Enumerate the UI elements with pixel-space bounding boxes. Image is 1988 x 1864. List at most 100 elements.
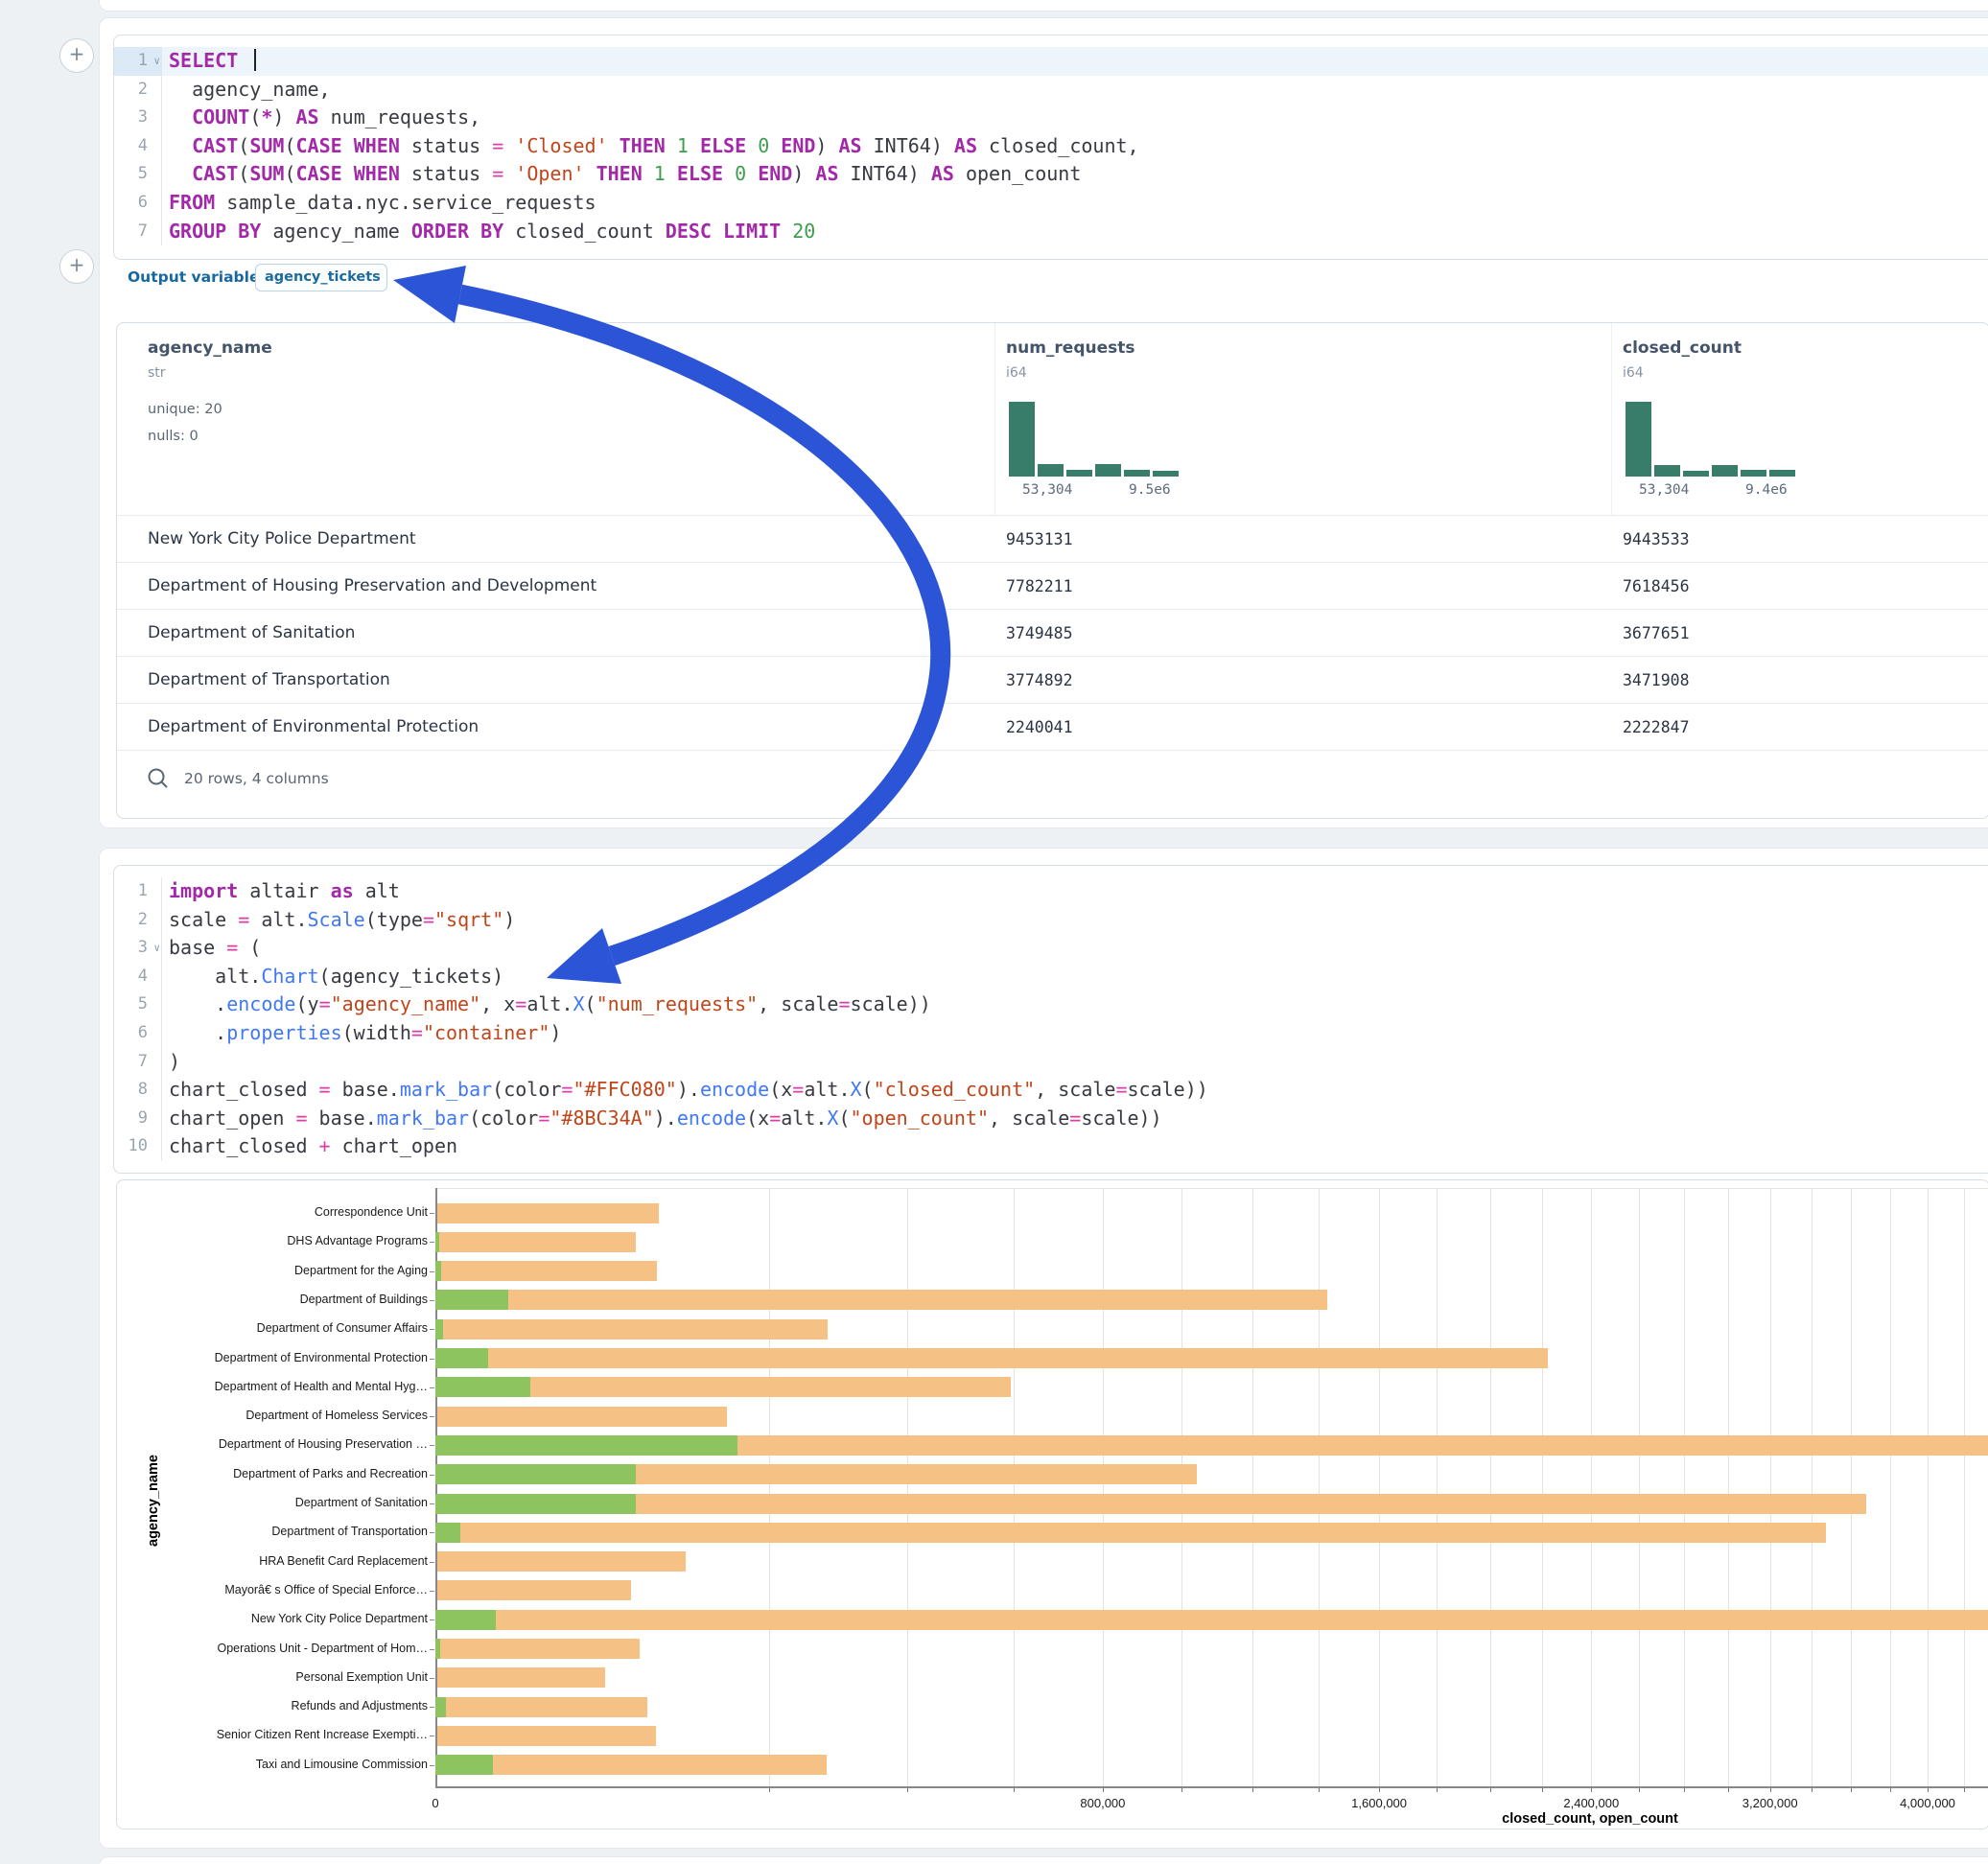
chart-category-label: Department of Parks and Recreation xyxy=(116,1467,428,1480)
code-line[interactable]: 1∨SELECT xyxy=(114,47,1988,76)
code-line[interactable]: 6 .properties(width="container") xyxy=(114,1019,1988,1048)
gridline xyxy=(1591,1188,1592,1786)
code-line[interactable]: 2 agency_name, xyxy=(114,76,1988,105)
code-text[interactable]: CAST(SUM(CASE WHEN status = 'Open' THEN … xyxy=(162,160,1081,189)
add-cell-button-mid[interactable]: + xyxy=(59,249,94,284)
code-line[interactable]: 1import altair as alt xyxy=(114,877,1988,906)
code-line[interactable]: 4 CAST(SUM(CASE WHEN status = 'Closed' T… xyxy=(114,132,1988,161)
cell-closed-count: 3471908 xyxy=(1623,657,1690,704)
bar-closed-count xyxy=(435,1232,636,1252)
code-text[interactable]: FROM sample_data.nyc.service_requests xyxy=(162,189,596,218)
line-number: 4 xyxy=(114,963,162,991)
code-text[interactable]: base = ( xyxy=(162,934,261,963)
cell-agency-name: Department of Environmental Protection xyxy=(148,704,479,751)
table-row: Department of Transportation377489234719… xyxy=(117,656,1988,704)
line-number: 5 xyxy=(114,160,162,189)
cell-num-requests: 9453131 xyxy=(1006,516,1073,563)
code-line[interactable]: 8chart_closed = base.mark_bar(color="#FF… xyxy=(114,1076,1988,1105)
line-number: 7 xyxy=(114,218,162,246)
bar-closed-count xyxy=(435,1551,686,1572)
notebook-canvas: + + 1∨SELECT 2 agency_name,3 COUNT(*) AS… xyxy=(0,0,1988,1864)
bar-closed-count xyxy=(435,1290,1327,1310)
code-line[interactable]: 3 COUNT(*) AS num_requests, xyxy=(114,104,1988,132)
code-text[interactable]: alt.Chart(agency_tickets) xyxy=(162,963,503,991)
bar-closed-count xyxy=(435,1494,1866,1514)
line-number: 9 xyxy=(114,1105,162,1133)
bar-open-count xyxy=(435,1435,737,1456)
code-text[interactable]: COUNT(*) AS num_requests, xyxy=(162,104,480,132)
column-stat-nulls: nulls: 0 xyxy=(148,429,199,444)
column-header-closed-count[interactable]: closed_count xyxy=(1623,338,1742,358)
chart-x-axis-title: closed_count, open_count xyxy=(1502,1811,1678,1827)
output-variable-pill[interactable]: agency_tickets xyxy=(255,264,387,291)
hist-max-closed-count: 9.4e6 xyxy=(1745,482,1788,498)
code-line[interactable]: 5 .encode(y="agency_name", x=alt.X("num_… xyxy=(114,990,1988,1019)
code-line[interactable]: 6FROM sample_data.nyc.service_requests xyxy=(114,189,1988,218)
code-text[interactable]: scale = alt.Scale(type="sqrt") xyxy=(162,906,515,935)
output-variable-label: Output variable: xyxy=(128,268,266,286)
cell-closed-count: 2222847 xyxy=(1623,704,1690,751)
code-text[interactable]: .properties(width="container") xyxy=(162,1019,561,1048)
code-line[interactable]: 5 CAST(SUM(CASE WHEN status = 'Open' THE… xyxy=(114,160,1988,189)
bar-open-count xyxy=(435,1377,530,1397)
gridline xyxy=(1684,1188,1685,1786)
bar-open-count xyxy=(435,1755,493,1775)
bar-open-count xyxy=(435,1290,508,1310)
code-text[interactable]: import altair as alt xyxy=(162,877,400,906)
code-line[interactable]: 2scale = alt.Scale(type="sqrt") xyxy=(114,906,1988,935)
code-line[interactable]: 10chart_closed + chart_open xyxy=(114,1132,1988,1161)
line-number: 6 xyxy=(114,189,162,218)
code-line[interactable]: 3∨base = ( xyxy=(114,934,1988,963)
bar-open-count xyxy=(435,1261,441,1281)
sql-code[interactable]: 1∨SELECT 2 agency_name,3 COUNT(*) AS num… xyxy=(114,35,1988,257)
add-cell-button-top[interactable]: + xyxy=(59,38,94,73)
code-text[interactable]: SELECT xyxy=(162,47,256,76)
gridline xyxy=(1812,1188,1813,1786)
code-line[interactable]: 9chart_open = base.mark_bar(color="#8BC3… xyxy=(114,1105,1988,1133)
cell-agency-name: Department of Sanitation xyxy=(148,610,355,657)
column-header-agency-name[interactable]: agency_name xyxy=(148,338,272,358)
gridline xyxy=(1319,1188,1320,1786)
gridline xyxy=(1964,1188,1965,1786)
table-row: Department of Housing Preservation and D… xyxy=(117,562,1988,610)
output-variable-value: agency_tickets xyxy=(265,269,381,285)
bar-closed-count xyxy=(435,1697,647,1717)
table-row: Department of Environmental Protection 22… xyxy=(117,703,1988,751)
bar-closed-count xyxy=(435,1319,828,1340)
header-divider xyxy=(994,323,995,515)
fold-caret-icon[interactable]: ∨ xyxy=(153,47,160,76)
code-text[interactable]: ) xyxy=(162,1048,180,1077)
bar-closed-count xyxy=(435,1580,631,1600)
line-number: 3 xyxy=(114,104,162,132)
code-text[interactable]: GROUP BY agency_name ORDER BY closed_cou… xyxy=(162,218,815,246)
chart-category-label: Department of Sanitation xyxy=(116,1496,428,1509)
column-header-num-requests[interactable]: num_requests xyxy=(1006,338,1135,358)
python-editor[interactable]: 1import altair as alt2scale = alt.Scale(… xyxy=(113,865,1988,1174)
line-number: 5 xyxy=(114,990,162,1019)
chart-category-label: Correspondence Unit xyxy=(116,1205,428,1219)
code-text[interactable]: chart_closed + chart_open xyxy=(162,1132,457,1161)
code-line[interactable]: 7GROUP BY agency_name ORDER BY closed_co… xyxy=(114,218,1988,246)
code-text[interactable]: .encode(y="agency_name", x=alt.X("num_re… xyxy=(162,990,931,1019)
header-divider xyxy=(1611,323,1612,515)
code-text[interactable]: agency_name, xyxy=(162,76,331,105)
bar-closed-count xyxy=(435,1639,640,1659)
code-line[interactable]: 7) xyxy=(114,1048,1988,1077)
code-text[interactable]: chart_open = base.mark_bar(color="#8BC34… xyxy=(162,1105,1162,1133)
code-text[interactable]: CAST(SUM(CASE WHEN status = 'Closed' THE… xyxy=(162,132,1139,161)
python-code[interactable]: 1import altair as alt2scale = alt.Scale(… xyxy=(114,866,1988,1173)
bar-closed-count xyxy=(435,1261,657,1281)
table-summary: 20 rows, 4 columns xyxy=(184,770,329,787)
fold-caret-icon[interactable]: ∨ xyxy=(153,934,160,963)
bar-closed-count xyxy=(435,1407,727,1427)
search-icon[interactable] xyxy=(146,766,171,791)
chart-category-label: Mayorâ€ s Office of Special Enforce… xyxy=(116,1583,428,1596)
cell-num-requests: 3749485 xyxy=(1006,610,1073,657)
sql-editor[interactable]: 1∨SELECT 2 agency_name,3 COUNT(*) AS num… xyxy=(113,35,1988,260)
code-text[interactable]: chart_closed = base.mark_bar(color="#FFC… xyxy=(162,1076,1208,1105)
bar-open-count xyxy=(435,1523,460,1543)
code-line[interactable]: 4 alt.Chart(agency_tickets) xyxy=(114,963,1988,991)
hist-min-num-requests: 53,304 xyxy=(1022,482,1072,498)
bar-closed-count xyxy=(435,1348,1548,1368)
cell-num-requests: 7782211 xyxy=(1006,563,1073,610)
